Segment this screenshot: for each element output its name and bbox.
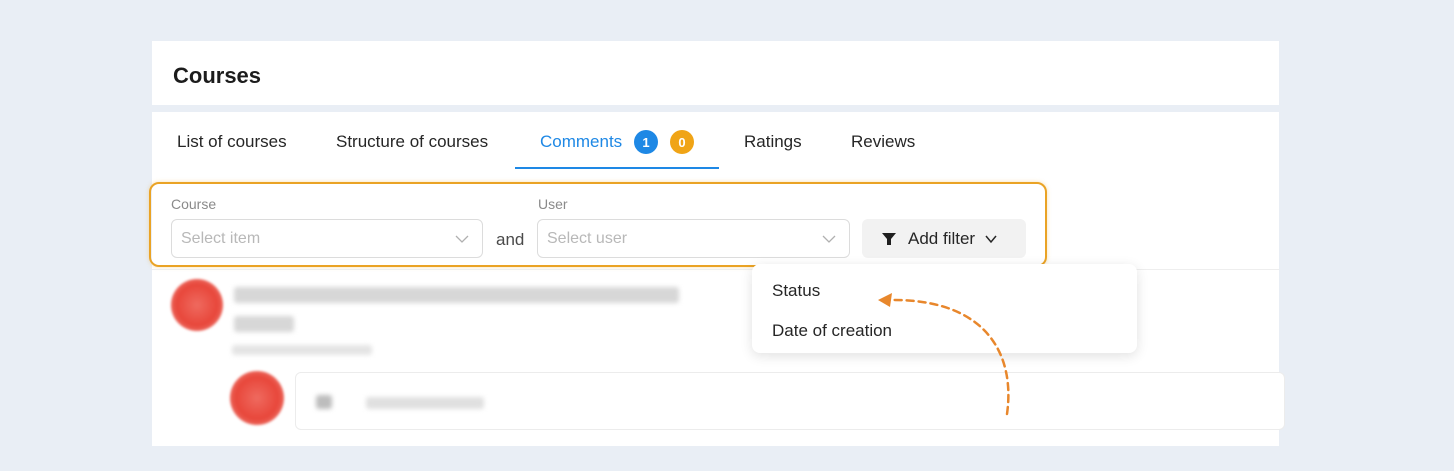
- attach-icon[interactable]: [316, 395, 332, 409]
- course-filter-label: Course: [171, 196, 217, 212]
- tab-structure-of-courses[interactable]: Structure of courses: [336, 132, 488, 152]
- comment-author-avatar: [171, 279, 223, 331]
- tab-comments[interactable]: Comments: [540, 132, 622, 152]
- page: Courses List of courses Structure of cou…: [0, 0, 1454, 471]
- tab-list-of-courses[interactable]: List of courses: [177, 132, 287, 152]
- comment-body-redacted: [234, 316, 294, 332]
- course-select-placeholder: Select item: [181, 230, 261, 247]
- dropdown-item-status[interactable]: Status: [772, 281, 820, 301]
- user-select-placeholder: Select user: [547, 230, 628, 247]
- add-filter-button[interactable]: Add filter: [862, 219, 1026, 258]
- user-select[interactable]: Select user: [537, 219, 850, 258]
- reply-placeholder-redacted: [366, 397, 484, 409]
- header-card: Courses: [152, 41, 1279, 105]
- comment-date-redacted: [232, 345, 372, 355]
- user-filter-label: User: [538, 196, 568, 212]
- active-tab-indicator: [515, 167, 719, 169]
- comments-badge-pending: 0: [670, 130, 694, 154]
- tab-ratings[interactable]: Ratings: [744, 132, 802, 152]
- chevron-down-icon: [455, 235, 469, 243]
- course-select[interactable]: Select item: [171, 219, 483, 258]
- filter-conjunction: and: [496, 230, 525, 249]
- tab-bar: List of courses Structure of courses Com…: [152, 112, 1279, 170]
- tab-reviews[interactable]: Reviews: [851, 132, 915, 152]
- chevron-down-icon: [822, 235, 836, 243]
- add-filter-label: Add filter: [908, 228, 976, 248]
- reply-user-avatar: [230, 371, 284, 425]
- funnel-icon: [882, 232, 896, 245]
- page-title: Courses: [173, 63, 262, 88]
- comment-header-redacted: [234, 287, 679, 303]
- annotation-arrow: [878, 293, 1010, 416]
- reply-input[interactable]: [295, 372, 1285, 430]
- comments-badge-new: 1: [634, 130, 658, 154]
- chevron-down-icon: [985, 235, 997, 243]
